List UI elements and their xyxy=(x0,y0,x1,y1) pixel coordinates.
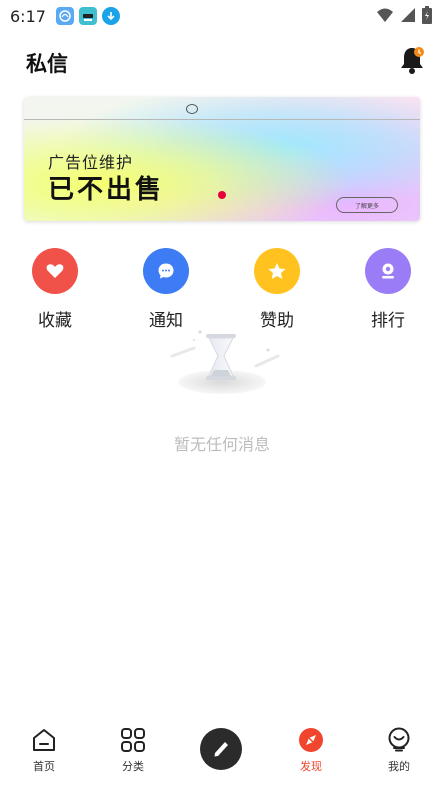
nav-profile-label: 我的 xyxy=(388,760,410,773)
action-sponsor[interactable]: 赞助 xyxy=(242,248,312,331)
chat-bubble-icon xyxy=(158,263,174,279)
home-icon xyxy=(30,726,58,754)
empty-state-message: 暂无任何消息 xyxy=(173,435,270,454)
smile-icon xyxy=(385,726,413,754)
nav-compose-button[interactable] xyxy=(200,728,242,770)
ad-banner[interactable]: 广告位维护 已不出售 了解更多 xyxy=(24,97,420,221)
banner-logo-icon xyxy=(186,104,198,114)
empty-state-illustration xyxy=(164,326,284,406)
banner-headline: 已不出售 xyxy=(48,175,165,205)
status-bar: 6:17 xyxy=(0,0,444,32)
action-sponsor-circle xyxy=(254,248,300,294)
header: 私信 xyxy=(0,42,444,82)
nav-home-label: 首页 xyxy=(33,760,55,773)
compass-icon xyxy=(297,726,325,754)
action-ranking[interactable]: 排行 xyxy=(353,248,423,331)
wifi-icon xyxy=(377,8,393,22)
action-ranking-label: 排行 xyxy=(371,311,405,331)
nav-categories[interactable]: 分类 xyxy=(103,726,163,774)
banner-divider xyxy=(24,119,420,120)
action-favorites-circle xyxy=(32,248,78,294)
action-ranking-circle xyxy=(365,248,411,294)
grid-icon xyxy=(119,726,147,754)
person-icon xyxy=(382,263,394,279)
signal-icon xyxy=(401,8,415,22)
action-notifications[interactable]: 通知 xyxy=(131,248,201,331)
pen-icon xyxy=(214,742,228,757)
nav-home[interactable]: 首页 xyxy=(14,726,74,774)
nav-discover-label: 发现 xyxy=(300,760,322,773)
bottom-nav: 首页 分类 发现 我的 xyxy=(0,718,444,789)
banner-learn-more-button[interactable]: 了解更多 xyxy=(336,197,398,213)
app-notification-icon-2 xyxy=(78,7,97,25)
action-notifications-circle xyxy=(143,248,189,294)
app-notification-icon-1 xyxy=(55,7,74,25)
nav-categories-label: 分类 xyxy=(122,760,144,773)
hourglass-icon xyxy=(170,330,280,394)
action-favorites-label: 收藏 xyxy=(38,311,72,331)
battery-icon xyxy=(422,6,432,24)
quick-actions: 收藏 通知 赞助 排行 xyxy=(0,248,444,338)
banner-dot xyxy=(218,191,226,199)
download-icon xyxy=(101,7,120,25)
nav-discover[interactable]: 发现 xyxy=(281,726,341,774)
nav-profile[interactable]: 我的 xyxy=(369,726,429,774)
bell-icon xyxy=(401,47,424,74)
heart-icon xyxy=(46,264,64,278)
status-time: 6:17 xyxy=(10,6,46,26)
notification-bell-button[interactable] xyxy=(398,44,428,76)
star-icon xyxy=(268,263,286,279)
status-indicators xyxy=(376,6,432,24)
action-favorites[interactable]: 收藏 xyxy=(20,248,90,331)
page-title: 私信 xyxy=(26,52,68,76)
